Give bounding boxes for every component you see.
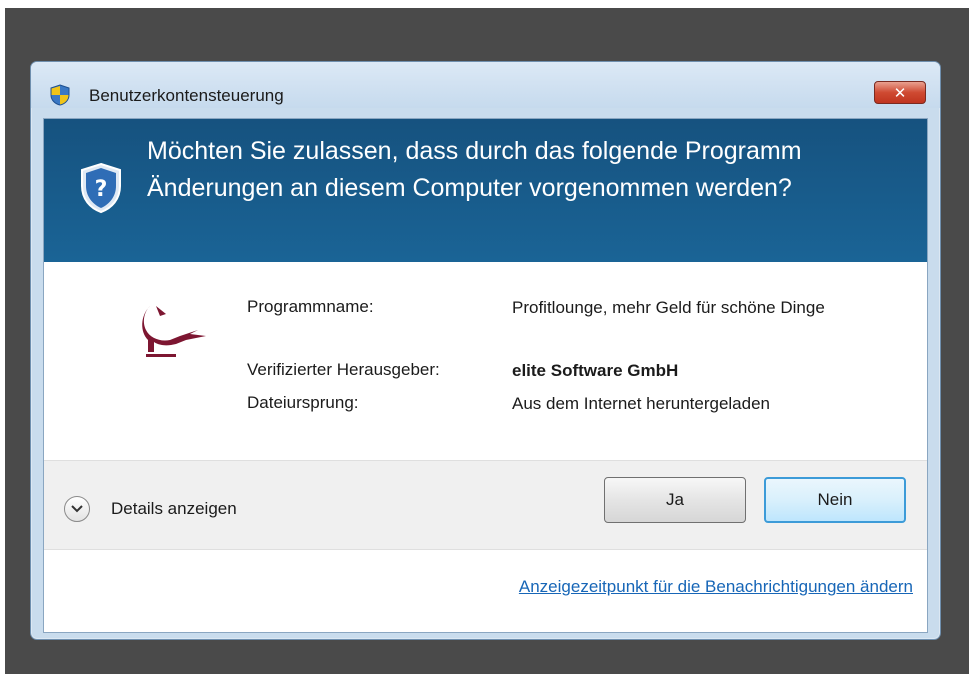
bird-logo-icon: [142, 306, 206, 357]
file-origin-label: Dateiursprung:: [247, 393, 359, 412]
uac-shield-icon: [50, 84, 70, 106]
publisher-label: Verifizierter Herausgeber:: [247, 360, 440, 379]
title-bar: Benutzerkontensteuerung ✕: [31, 62, 940, 108]
file-origin-value: Aus dem Internet heruntergeladen: [512, 394, 771, 413]
details-expand-button[interactable]: [64, 496, 90, 522]
close-icon: ✕: [893, 83, 907, 102]
window-title: Benutzerkontensteuerung: [89, 86, 284, 105]
chevron-down-icon: [71, 505, 83, 513]
details-toggle-label[interactable]: Details anzeigen: [111, 499, 237, 519]
dialog-content: ? Möchten Sie zulassen, dass durch das f…: [43, 118, 928, 633]
program-details: Programmname: Profitlounge, mehr Geld fü…: [44, 262, 927, 460]
no-button[interactable]: Nein: [764, 477, 906, 523]
svg-text:?: ?: [95, 177, 108, 202]
question-header: ? Möchten Sie zulassen, dass durch das f…: [44, 119, 927, 262]
action-bar: Details anzeigen Ja Nein: [44, 460, 927, 550]
program-name-value: Profitlounge, mehr Geld für schöne Dinge: [512, 298, 825, 317]
yes-button[interactable]: Ja: [604, 477, 746, 523]
uac-dialog: Benutzerkontensteuerung ✕ ? Möchten Sie …: [30, 61, 941, 640]
program-name-label: Programmname:: [247, 297, 374, 316]
notification-settings-link[interactable]: Anzeigezeitpunkt für die Benachrichtigun…: [519, 577, 913, 597]
prompt-question: Möchten Sie zulassen, dass durch das fol…: [147, 137, 802, 202]
publisher-value: elite Software GmbH: [512, 361, 679, 380]
close-button[interactable]: ✕: [874, 81, 926, 104]
question-shield-icon: ?: [81, 162, 121, 214]
